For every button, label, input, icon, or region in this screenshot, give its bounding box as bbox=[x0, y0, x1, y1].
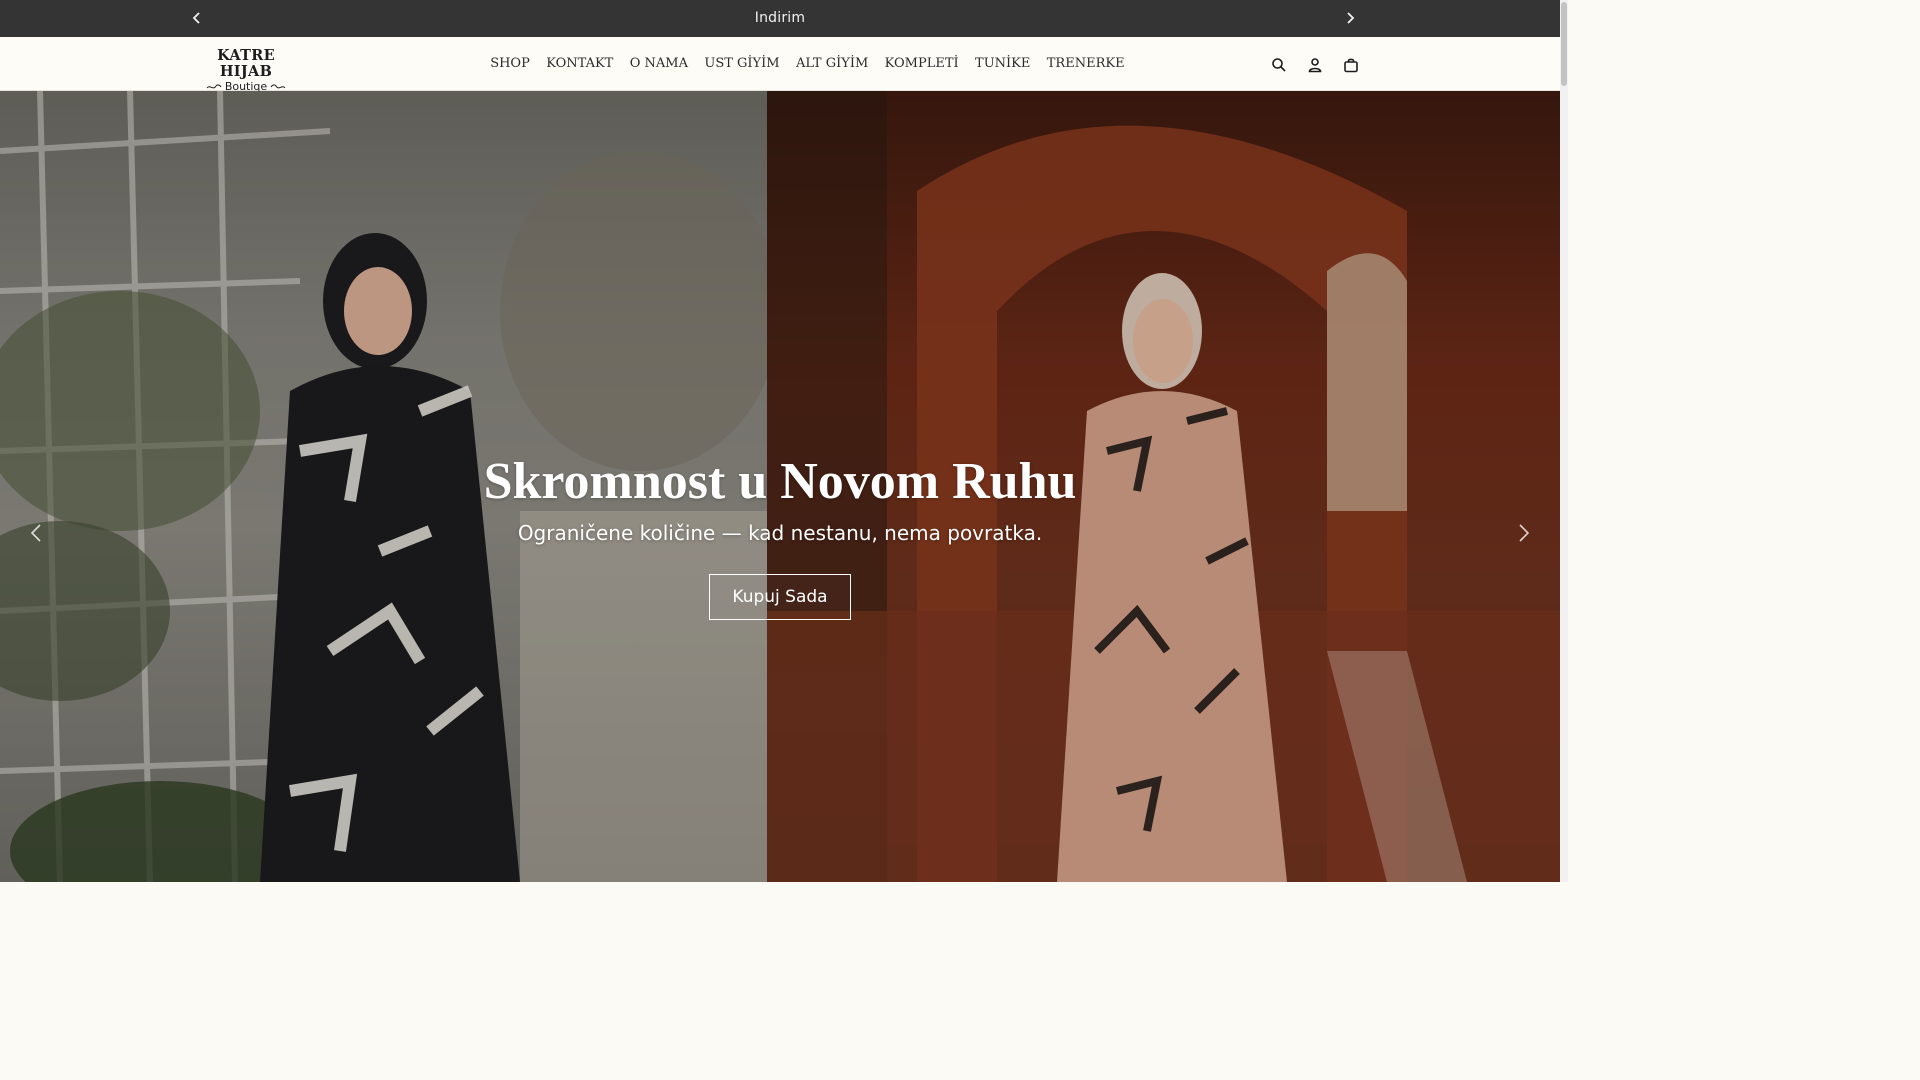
announcement-text[interactable]: Indirim bbox=[0, 0, 1560, 37]
search-button[interactable] bbox=[1268, 54, 1290, 76]
shop-now-button[interactable]: Kupuj Sada bbox=[709, 574, 851, 620]
page: Indirim KATRE HIJAB Boutiqe SHOP KONTAKT bbox=[0, 0, 1568, 882]
cart-icon bbox=[1344, 58, 1358, 73]
site-header: KATRE HIJAB Boutiqe SHOP KONTAKT O NAMA … bbox=[0, 37, 1560, 93]
nav-item-kompleti[interactable]: KOMPLETİ bbox=[876, 37, 966, 91]
scrollbar-thumb[interactable] bbox=[1561, 2, 1567, 86]
page-scrollbar[interactable] bbox=[1560, 0, 1568, 882]
main-nav: SHOP KONTAKT O NAMA UST GİYİM ALT GİYİM … bbox=[482, 37, 1133, 91]
announcement-next-button[interactable] bbox=[1341, 9, 1359, 27]
hero-subtitle: Ograničene količine — kad nestanu, nema … bbox=[517, 521, 1043, 545]
nav-item-tunike[interactable]: TUNİKE bbox=[967, 37, 1039, 91]
nav-item-kontakt[interactable]: KONTAKT bbox=[538, 37, 622, 91]
flourish-left-icon bbox=[206, 83, 222, 88]
account-icon bbox=[1308, 58, 1322, 73]
announcement-bar: Indirim bbox=[0, 0, 1560, 37]
nav-item-alt-giyim[interactable]: ALT GİYİM bbox=[788, 37, 877, 91]
store-logo[interactable]: KATRE HIJAB Boutiqe bbox=[191, 47, 301, 93]
chevron-right-icon bbox=[1347, 12, 1355, 24]
nav-item-shop[interactable]: SHOP bbox=[482, 37, 538, 91]
search-icon bbox=[1272, 58, 1286, 72]
hero-slideshow: Skromnost u Novom Ruhu Ograničene količi… bbox=[0, 91, 1560, 882]
header-icons bbox=[1268, 54, 1362, 76]
cart-button[interactable] bbox=[1340, 54, 1362, 76]
nav-item-o-nama[interactable]: O NAMA bbox=[622, 37, 697, 91]
hero-content: Skromnost u Novom Ruhu Ograničene količi… bbox=[0, 451, 1560, 620]
account-button[interactable] bbox=[1304, 54, 1326, 76]
logo-brand: KATRE HIJAB bbox=[217, 47, 275, 80]
nav-item-ust-giyim[interactable]: UST GİYİM bbox=[696, 37, 788, 91]
nav-item-trenerke[interactable]: TRENERKE bbox=[1039, 37, 1133, 91]
flourish-right-icon bbox=[270, 83, 286, 88]
hero-title: Skromnost u Novom Ruhu bbox=[483, 453, 1077, 510]
